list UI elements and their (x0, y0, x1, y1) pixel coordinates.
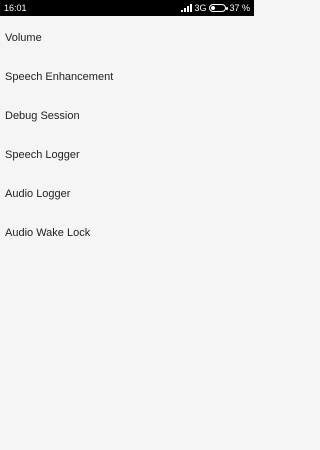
menu-item-label: Audio Wake Lock (5, 226, 91, 239)
menu-item-audio-logger[interactable]: Audio Logger (0, 174, 254, 213)
menu-item-label: Audio Logger (5, 187, 71, 200)
menu-item-label: Speech Logger (5, 148, 80, 161)
signal-strength-icon (181, 4, 193, 12)
menu-item-speech-enhancement[interactable]: Speech Enhancement (0, 57, 254, 96)
menu-item-label: Debug Session (5, 109, 80, 122)
menu-item-volume[interactable]: Volume (0, 18, 254, 57)
status-time: 16:01 (4, 3, 27, 13)
settings-menu-list: Volume Speech Enhancement Debug Session … (0, 18, 254, 252)
menu-item-label: Volume (5, 31, 42, 44)
status-right: 3G 37 % (181, 3, 250, 13)
battery-level: 37 % (229, 3, 250, 13)
network-type: 3G (194, 3, 207, 13)
status-bar: 16:01 3G 37 % (0, 0, 254, 16)
menu-item-audio-wake-lock[interactable]: Audio Wake Lock (0, 213, 254, 252)
battery-icon (209, 4, 229, 12)
menu-item-speech-logger[interactable]: Speech Logger (0, 135, 254, 174)
menu-item-label: Speech Enhancement (5, 70, 114, 83)
status-left: 16:01 (4, 3, 27, 13)
menu-item-debug-session[interactable]: Debug Session (0, 96, 254, 135)
